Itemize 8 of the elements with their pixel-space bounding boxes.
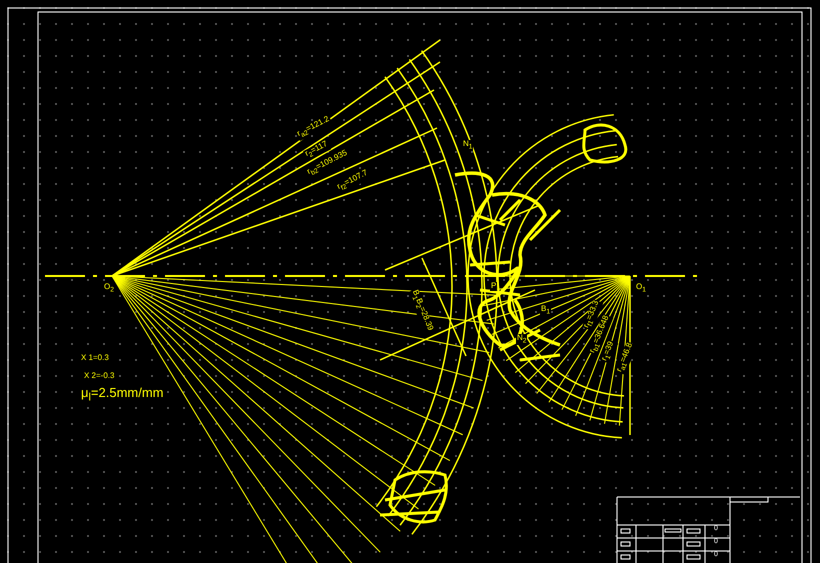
point-label: N$_{1}$ <box>462 140 474 151</box>
point-label: O$_{2}$ <box>103 283 115 294</box>
point-label: N$_{2}$ <box>516 334 528 345</box>
point-label: P <box>490 282 498 291</box>
point-label: B$_{1}$ <box>540 305 552 316</box>
shift-coefficient-label: X 1=0.3 <box>80 354 110 363</box>
point-label: O$_{1}$ <box>635 283 647 294</box>
shift-coefficient-label: X 2=-0.3 <box>83 372 116 381</box>
